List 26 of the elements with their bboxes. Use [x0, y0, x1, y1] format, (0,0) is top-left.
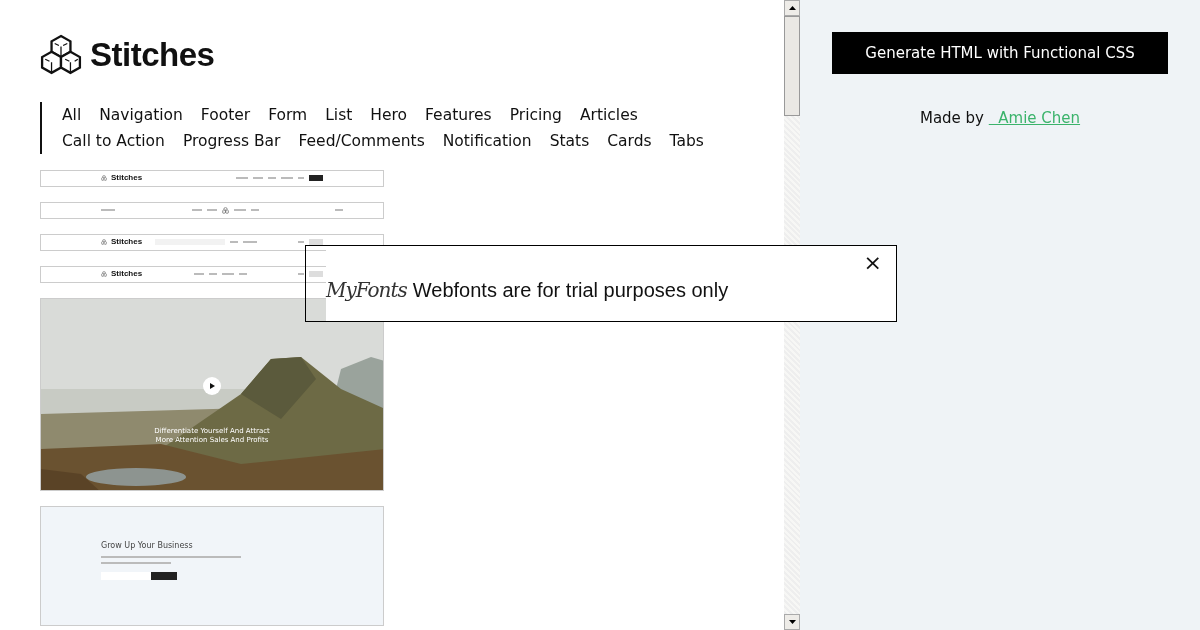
category-link[interactable]: Articles [579, 105, 638, 124]
myfonts-logo: MyFonts [326, 276, 407, 304]
notice-text: Webfonts are for trial purposes only [412, 277, 729, 303]
category-link[interactable]: All [62, 105, 82, 124]
category-link[interactable]: Stats [549, 131, 590, 150]
generate-button[interactable]: Generate HTML with Functional CSS [832, 32, 1168, 74]
credit-text: Made by [919, 109, 985, 127]
category-link[interactable]: Pricing [509, 105, 562, 124]
category-link[interactable]: Features [425, 105, 492, 124]
category-link[interactable]: Footer [200, 105, 251, 124]
category-link[interactable]: List [325, 105, 353, 124]
preview-logo-text: Stitches [111, 236, 143, 248]
brand-name: Stitches [90, 35, 215, 75]
category-link[interactable]: Call to Action [62, 131, 165, 150]
category-link[interactable]: Cards [607, 131, 652, 150]
category-link[interactable]: Navigation [99, 105, 183, 124]
preview-logo-text: Stitches [111, 172, 143, 184]
category-link[interactable]: Feed/Comments [298, 131, 425, 150]
category-link[interactable]: Hero [370, 105, 408, 124]
preview-logo-text: Stitches [111, 268, 143, 280]
category-link[interactable]: Tabs [669, 131, 704, 150]
close-button[interactable]: × [859, 251, 886, 275]
category-link[interactable]: Progress Bar [182, 131, 281, 150]
category-link[interactable]: Form [268, 105, 308, 124]
category-link[interactable]: Notification [442, 131, 532, 150]
form-heading: Grow Up Your Business [101, 539, 194, 552]
